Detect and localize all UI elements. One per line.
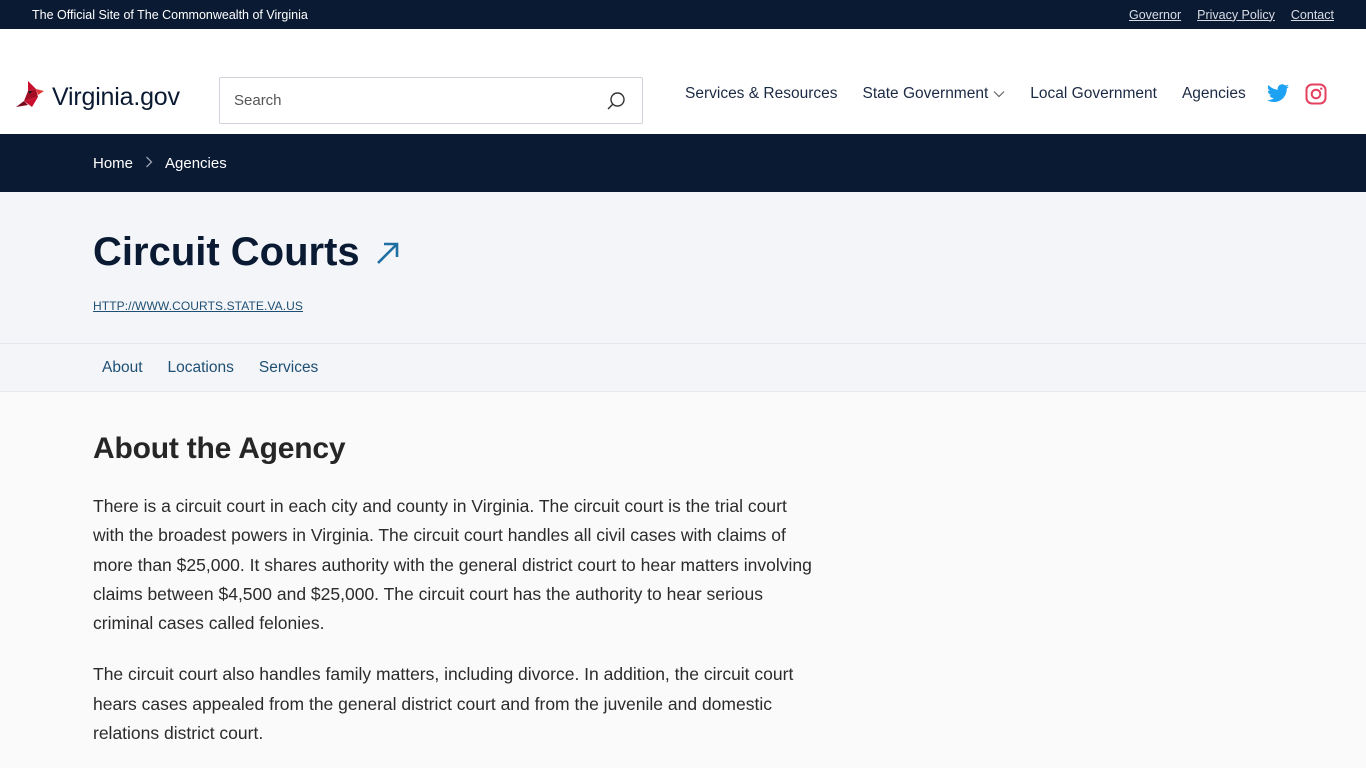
twitter-icon[interactable]	[1266, 82, 1290, 106]
breadcrumb: Home Agencies	[0, 134, 1366, 192]
external-link-icon[interactable]	[374, 239, 402, 267]
nav-state-government-label: State Government	[862, 85, 989, 102]
search-input[interactable]	[234, 92, 604, 109]
breadcrumb-agencies[interactable]: Agencies	[165, 155, 227, 172]
tab-locations[interactable]: Locations	[168, 359, 234, 377]
official-site-text: The Official Site of The Commonwealth of…	[32, 7, 308, 22]
nav-state-government[interactable]: State Government	[862, 85, 1005, 103]
contact-link[interactable]: Contact	[1291, 8, 1334, 22]
agency-url-link[interactable]: HTTP://WWW.COURTS.STATE.VA.US	[93, 299, 303, 313]
about-section: About the Agency There is a circuit cour…	[0, 392, 820, 748]
chevron-down-icon	[993, 91, 1005, 98]
search-icon	[607, 91, 625, 109]
governor-link[interactable]: Governor	[1129, 8, 1181, 22]
privacy-policy-link[interactable]: Privacy Policy	[1197, 8, 1275, 22]
social-links	[1266, 82, 1328, 106]
search-button[interactable]	[604, 89, 628, 113]
search-box	[219, 77, 643, 124]
agency-title: Circuit Courts	[93, 230, 360, 274]
logo-text: Virginia.gov	[52, 83, 180, 111]
instagram-icon[interactable]	[1304, 82, 1328, 106]
nav-services-resources[interactable]: Services & Resources	[685, 85, 837, 103]
breadcrumb-home[interactable]: Home	[93, 155, 133, 172]
page-title: Circuit Courts	[93, 230, 402, 275]
main-nav: Services & Resources State Government Lo…	[685, 85, 1246, 103]
cardinal-icon	[14, 79, 50, 116]
nav-local-government[interactable]: Local Government	[1030, 85, 1157, 103]
tab-about[interactable]: About	[102, 359, 143, 377]
virginia-gov-logo[interactable]: Virginia.gov	[14, 79, 180, 116]
tab-services[interactable]: Services	[259, 359, 318, 377]
about-paragraph-2: The circuit court also handles family ma…	[93, 664, 794, 744]
agency-hero: Circuit Courts HTTP://WWW.COURTS.STATE.V…	[0, 192, 1366, 344]
agency-tabs: About Locations Services	[0, 344, 1366, 392]
about-paragraph-1: There is a circuit court in each city an…	[93, 496, 812, 634]
nav-agencies[interactable]: Agencies	[1182, 85, 1246, 103]
utility-bar: The Official Site of The Commonwealth of…	[0, 0, 1366, 29]
chevron-right-icon	[145, 156, 153, 171]
section-heading: About the Agency	[93, 432, 346, 465]
utility-links: Governor Privacy Policy Contact	[1129, 8, 1334, 22]
site-header: Virginia.gov Services & Resources State …	[0, 29, 1366, 134]
